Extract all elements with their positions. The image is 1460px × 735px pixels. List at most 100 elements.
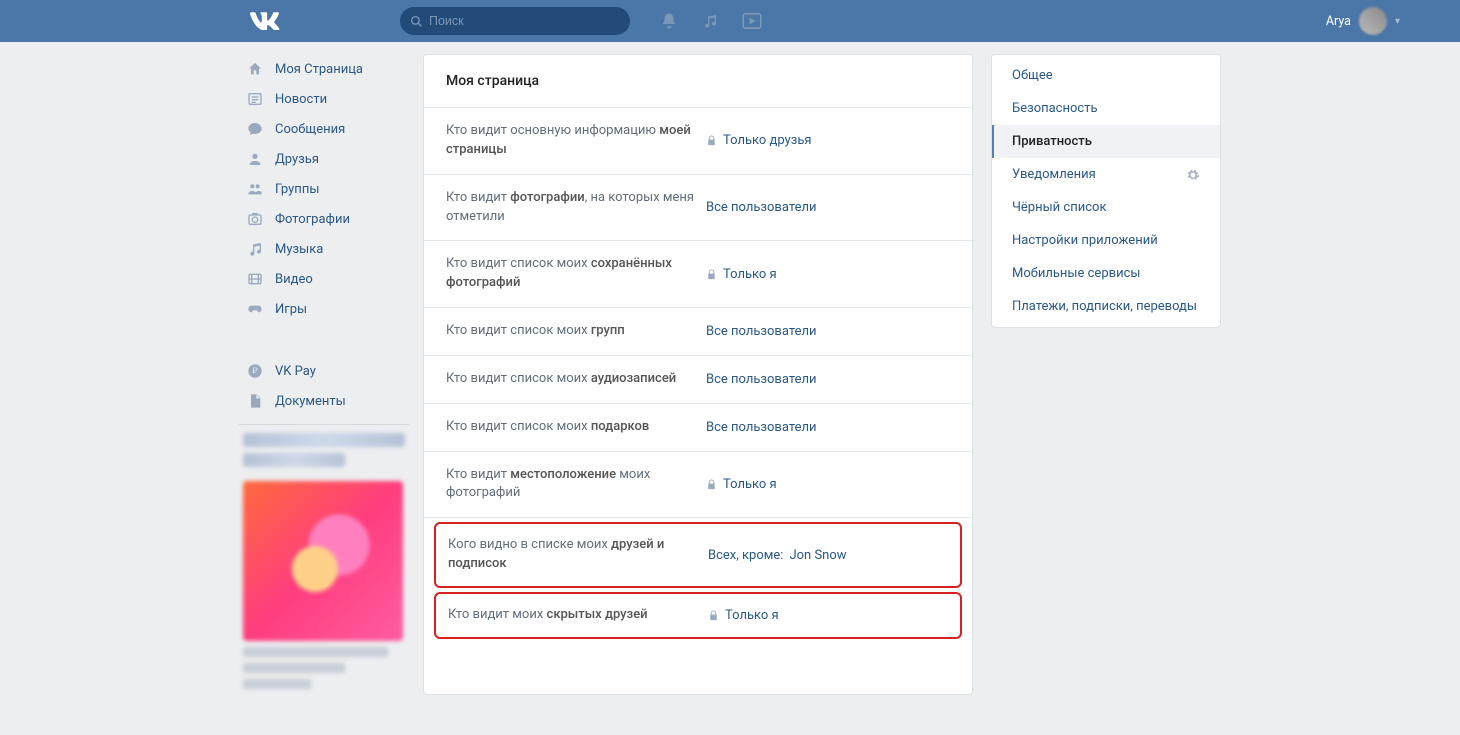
user-menu[interactable]: Arya ▾	[1326, 7, 1400, 35]
setting-label: Кто видит моих скрытых друзей	[448, 606, 708, 625]
setting-value[interactable]: Все пользователи	[706, 324, 817, 339]
privacy-setting-row: Кто видит список моих сохранённых фотогр…	[424, 241, 972, 308]
groups-icon	[245, 181, 265, 197]
setting-value[interactable]: Все пользователи	[706, 372, 817, 387]
video-play-icon[interactable]	[742, 13, 762, 29]
settings-nav-label: Уведомления	[1012, 167, 1096, 182]
setting-label: Кто видит местоположение моих фотографий	[446, 466, 706, 504]
setting-value[interactable]: Все пользователи	[706, 200, 817, 215]
nav-my-page[interactable]: Моя Страница	[239, 54, 409, 84]
nav-news[interactable]: Новости	[239, 84, 409, 114]
news-icon	[245, 91, 265, 107]
music-icon	[245, 241, 265, 257]
setting-value[interactable]: Только я	[708, 608, 779, 623]
settings-nav-label: Безопасность	[1012, 101, 1098, 116]
music-icon[interactable]	[702, 13, 718, 29]
settings-nav-blacklist[interactable]: Чёрный список	[992, 191, 1220, 224]
settings-nav-label: Настройки приложений	[1012, 233, 1158, 248]
privacy-setting-row: Кто видит местоположение моих фотографий…	[424, 452, 972, 519]
setting-label: Кого видно в списке моих друзей и подпис…	[448, 536, 708, 574]
message-icon	[245, 121, 265, 137]
nav-label: Музыка	[275, 242, 323, 257]
settings-nav-payments[interactable]: Платежи, подписки, переводы	[992, 290, 1220, 323]
nav-label: Фотографии	[275, 212, 350, 227]
privacy-setting-row: Кто видит список моих аудиозаписейВсе по…	[424, 356, 972, 404]
search-box[interactable]	[400, 7, 630, 35]
video-icon	[245, 271, 265, 287]
page-title: Моя страница	[424, 55, 972, 108]
setting-value[interactable]: Все пользователи	[706, 420, 817, 435]
nav-label: Моя Страница	[275, 62, 363, 77]
doc-icon	[245, 393, 265, 409]
blurred-text	[239, 647, 409, 689]
nav-label: Документы	[275, 394, 346, 409]
privacy-setting-row: Кто видит фотографии, на которых меня от…	[424, 175, 972, 242]
vk-logo[interactable]	[250, 12, 280, 30]
setting-label: Кто видит фотографии, на которых меня от…	[446, 189, 706, 227]
settings-nav-security[interactable]: Безопасность	[992, 92, 1220, 125]
nav-messages[interactable]: Сообщения	[239, 114, 409, 144]
search-input[interactable]	[429, 14, 620, 28]
highlighted-setting: Кто видит моих скрытых друзейТолько я	[434, 592, 962, 639]
nav-vkpay[interactable]: ₽ VK Pay	[239, 356, 409, 386]
vkpay-icon: ₽	[245, 363, 265, 379]
settings-nav-label: Платежи, подписки, переводы	[1012, 299, 1197, 314]
setting-value[interactable]: Только я	[706, 477, 777, 492]
privacy-setting-row: Кого видно в списке моих друзей и подпис…	[436, 524, 960, 586]
setting-label: Кто видит список моих подарков	[446, 418, 706, 437]
search-icon	[410, 15, 423, 28]
nav-label: VK Pay	[275, 364, 316, 379]
nav-games[interactable]: Игры	[239, 294, 409, 324]
gear-icon[interactable]	[1186, 168, 1200, 182]
nav-label: Видео	[275, 272, 313, 287]
setting-label: Кто видит список моих аудиозаписей	[446, 370, 706, 389]
lock-icon	[706, 479, 717, 490]
friend-icon	[245, 151, 265, 167]
setting-label: Кто видит список моих групп	[446, 322, 706, 341]
settings-nav-mobile[interactable]: Мобильные сервисы	[992, 257, 1220, 290]
setting-value[interactable]: Только друзья	[706, 133, 812, 148]
games-icon	[245, 301, 265, 317]
setting-label: Кто видит основную информацию моей стран…	[446, 122, 706, 160]
nav-documents[interactable]: Документы	[239, 386, 409, 416]
settings-nav: Общее Безопасность Приватность Уведомления Ч…	[991, 54, 1221, 328]
settings-panel: Моя страница Кто видит основную информац…	[423, 54, 973, 695]
privacy-setting-row: Кто видит список моих группВсе пользоват…	[424, 308, 972, 356]
nav-friends[interactable]: Друзья	[239, 144, 409, 174]
setting-value[interactable]: Всех, кроме: Jon Snow	[708, 548, 847, 563]
nav-label: Группы	[275, 182, 319, 197]
home-icon	[245, 61, 265, 77]
privacy-setting-row: Кто видит основную информацию моей стран…	[424, 108, 972, 175]
privacy-setting-row: Кто видит моих скрытых друзейТолько я	[436, 594, 960, 637]
settings-nav-label: Приватность	[1012, 134, 1092, 149]
nav-label: Новости	[275, 92, 327, 107]
chevron-down-icon: ▾	[1395, 16, 1400, 27]
svg-text:₽: ₽	[252, 367, 258, 376]
settings-nav-label: Чёрный список	[1012, 200, 1106, 215]
settings-nav-general[interactable]: Общее	[992, 59, 1220, 92]
settings-nav-label: Общее	[1012, 68, 1053, 83]
settings-nav-privacy[interactable]: Приватность	[992, 125, 1220, 158]
highlighted-setting: Кого видно в списке моих друзей и подпис…	[434, 522, 962, 588]
nav-videos[interactable]: Видео	[239, 264, 409, 294]
lock-icon	[706, 269, 717, 280]
setting-value[interactable]: Только я	[706, 267, 777, 282]
lock-icon	[708, 610, 719, 621]
nav-music[interactable]: Музыка	[239, 234, 409, 264]
avatar	[1359, 7, 1387, 35]
nav-label: Игры	[275, 302, 307, 317]
nav-label: Друзья	[275, 152, 319, 167]
photo-icon	[245, 211, 265, 227]
header-icons	[660, 12, 762, 30]
settings-nav-app-settings[interactable]: Настройки приложений	[992, 224, 1220, 257]
ad-card[interactable]	[243, 481, 403, 641]
blurred-section	[239, 433, 409, 467]
settings-nav-notifications[interactable]: Уведомления	[992, 158, 1220, 191]
left-sidebar: Моя Страница Новости Сообщения Друзья Группы…	[239, 54, 409, 695]
setting-label: Кто видит список моих сохранённых фотогр…	[446, 255, 706, 293]
nav-photos[interactable]: Фотографии	[239, 204, 409, 234]
notifications-icon[interactable]	[660, 12, 678, 30]
nav-label: Сообщения	[275, 122, 345, 137]
nav-groups[interactable]: Группы	[239, 174, 409, 204]
top-header: Arya ▾	[0, 0, 1460, 42]
